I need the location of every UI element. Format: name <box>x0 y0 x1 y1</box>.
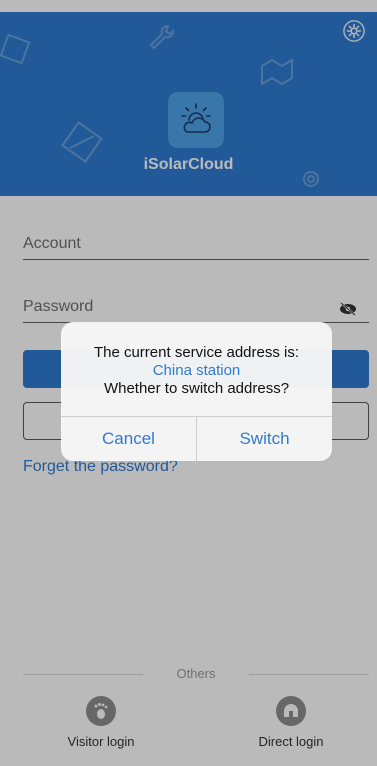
dialog-title: The current service address is: <box>93 344 300 361</box>
switch-address-dialog: The current service address is: China st… <box>61 322 332 461</box>
dialog-station: China station <box>152 362 241 379</box>
dialog-question: Whether to switch address? <box>103 380 290 397</box>
cancel-button[interactable]: Cancel <box>61 417 196 461</box>
switch-button[interactable]: Switch <box>197 417 332 461</box>
